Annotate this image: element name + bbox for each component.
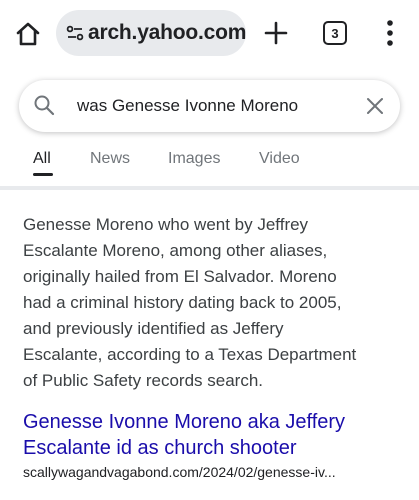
active-tab-indicator	[33, 173, 53, 176]
snippet-line: Escalante, according to a Texas Departme…	[23, 345, 357, 364]
tune-icon[interactable]	[66, 24, 84, 42]
tab-switcher-button[interactable]: 3	[323, 21, 347, 45]
snippet-line: and previously identified as Jeffery	[23, 319, 284, 338]
plus-icon[interactable]	[263, 20, 289, 46]
home-icon[interactable]	[14, 20, 42, 48]
search-icon[interactable]	[33, 94, 55, 116]
snippet-line: Escalante Moreno, among other aliases,	[23, 241, 328, 260]
result-snippet: Genesse Moreno who went by Jeffrey Escal…	[23, 212, 399, 394]
result-display-url: scallywagandvagabond.com/2024/02/genesse…	[23, 464, 336, 480]
tab-all[interactable]: All	[33, 150, 51, 168]
close-icon[interactable]	[365, 96, 385, 116]
search-input[interactable]	[77, 93, 347, 119]
address-bar[interactable]: arch.yahoo.com	[56, 10, 246, 56]
snippet-line: Genesse Moreno who went by Jeffrey	[23, 215, 309, 234]
result-title-line: Escalante id as church shooter	[23, 437, 297, 459]
result-title-line: Genesse Ivonne Moreno aka Jeffery	[23, 411, 346, 433]
search-box	[19, 80, 400, 132]
result-title-link[interactable]: Genesse Ivonne Moreno aka Jeffery Escala…	[23, 409, 403, 461]
tabs-divider	[0, 186, 419, 190]
more-vert-icon[interactable]	[385, 18, 395, 48]
tab-video[interactable]: Video	[259, 150, 300, 168]
snippet-line: originally hailed from El Salvador. More…	[23, 267, 337, 286]
snippet-line: had a criminal history dating back to 20…	[23, 293, 342, 312]
tab-count: 3	[331, 25, 339, 41]
address-bar-url: arch.yahoo.com	[88, 21, 246, 44]
tab-images[interactable]: Images	[168, 150, 220, 168]
browser-toolbar: arch.yahoo.com 3	[0, 0, 419, 66]
tab-news[interactable]: News	[90, 150, 130, 168]
snippet-line: of Public Safety records search.	[23, 371, 264, 390]
